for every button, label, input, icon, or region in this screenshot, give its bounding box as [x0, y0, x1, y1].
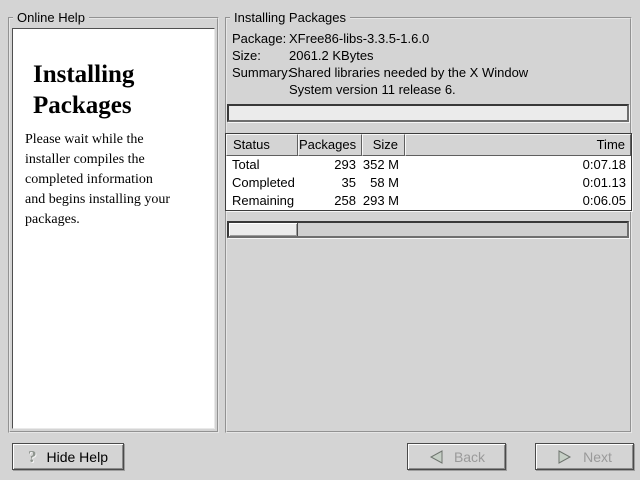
back-button[interactable]: Back [407, 443, 506, 470]
help-body-text: Please wait while the installer compiles… [25, 130, 210, 230]
size-label: Size: [232, 47, 289, 64]
package-info: Package: XFree86-libs-3.3.5-1.6.0 Size: … [232, 30, 528, 98]
question-mark-icon: ? [28, 447, 37, 467]
next-button[interactable]: Next [535, 443, 634, 470]
column-header-packages[interactable]: Packages [298, 134, 362, 156]
installing-packages-frame-label: Installing Packages [230, 10, 350, 25]
next-label: Next [583, 449, 612, 465]
summary-value: Shared libraries needed by the X Window … [289, 64, 528, 98]
next-arrow-icon [557, 450, 573, 464]
table-row-completed: Completed 35 58 M 0:01.13 [226, 174, 631, 192]
column-header-status[interactable]: Status [226, 134, 298, 156]
package-progress-bar [227, 104, 629, 122]
total-progress-bar [227, 221, 629, 238]
package-label: Package: [232, 30, 289, 47]
size-value: 2061.2 KBytes [289, 47, 374, 64]
package-info-row: Package: XFree86-libs-3.3.5-1.6.0 [232, 30, 528, 47]
table-row-remaining: Remaining 258 293 M 0:06.05 [226, 192, 631, 210]
installer-window: Online Help Installing Packages Please w… [0, 0, 640, 480]
stats-table-header: Status Packages Size Time [226, 134, 631, 156]
column-header-time[interactable]: Time [405, 134, 631, 156]
hide-help-label: Hide Help [47, 449, 108, 465]
column-header-size[interactable]: Size [362, 134, 405, 156]
table-row-total: Total 293 352 M 0:07.18 [226, 156, 631, 174]
help-content-panel: Installing Packages Please wait while th… [12, 28, 215, 429]
back-label: Back [454, 449, 485, 465]
hide-help-button[interactable]: ? Hide Help [12, 443, 124, 470]
package-value: XFree86-libs-3.3.5-1.6.0 [289, 30, 429, 47]
total-progress-fill [229, 223, 298, 236]
help-title: Installing Packages [33, 59, 198, 121]
package-info-row: Size: 2061.2 KBytes [232, 47, 528, 64]
stats-table: Status Packages Size Time Total 293 352 … [225, 133, 632, 211]
package-info-row: Summary: Shared libraries needed by the … [232, 64, 528, 98]
back-arrow-icon [428, 450, 444, 464]
summary-label: Summary: [232, 64, 289, 98]
online-help-frame-label: Online Help [13, 10, 89, 25]
